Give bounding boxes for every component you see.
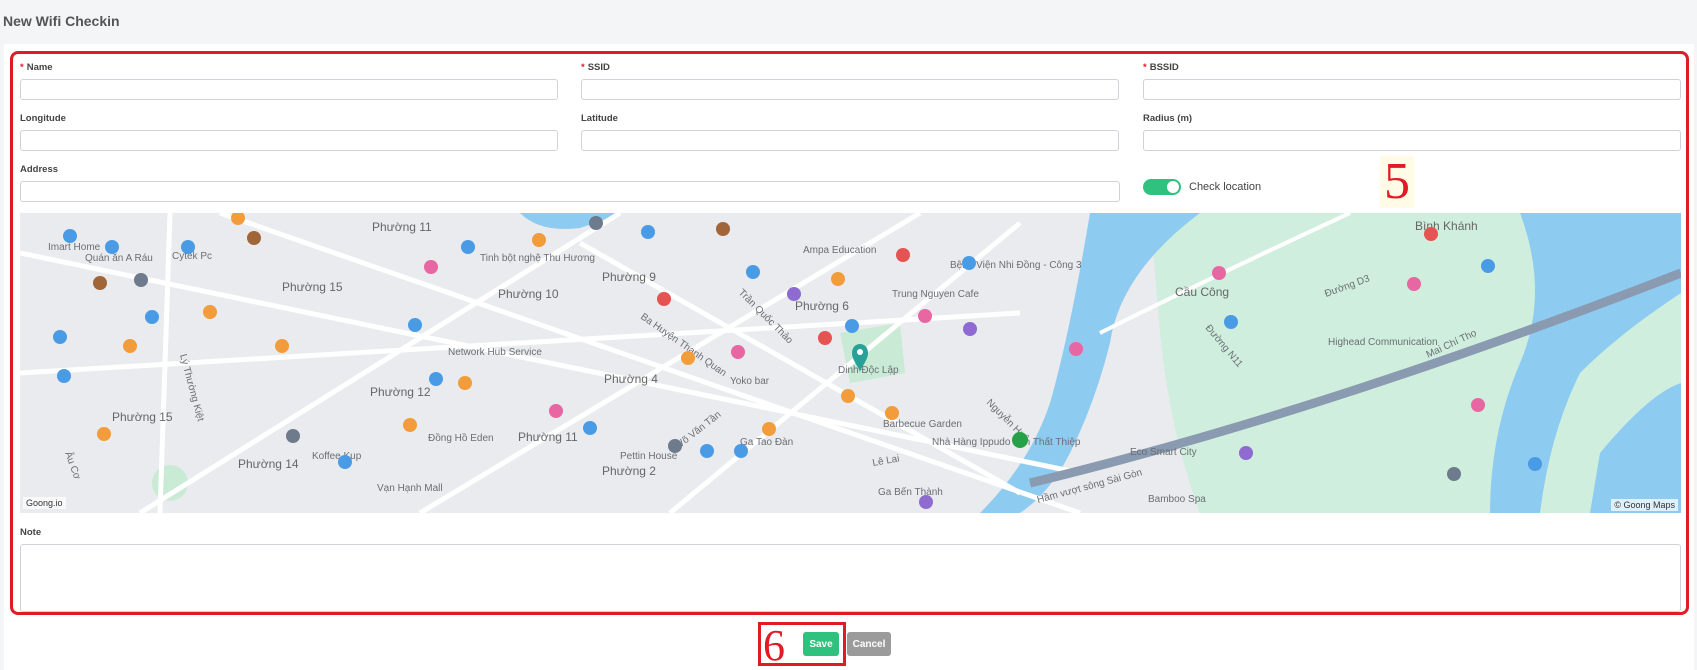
name-input[interactable]: [20, 79, 558, 100]
map-area-label: Phường 11: [372, 220, 432, 234]
page-title: New Wifi Checkin: [3, 13, 120, 29]
bssid-label-text: BSSID: [1149, 62, 1179, 73]
map-place-label: Imart Home: [48, 242, 101, 253]
bssid-label: * BSSID: [1143, 61, 1681, 75]
map-place-label: Network Hub Service: [448, 347, 542, 358]
annotation-5: 5: [1380, 156, 1414, 208]
address-input[interactable]: [20, 181, 1120, 202]
ssid-field: * SSID: [581, 61, 1119, 100]
map-place-label: Quán ăn A Ráu: [85, 253, 153, 264]
map-area-label: Phường 9: [602, 270, 656, 284]
map-place-label: Eco Smart City: [1130, 447, 1197, 458]
check-location-toggle-group: Check location: [1143, 179, 1261, 195]
longitude-label: Longitude: [20, 113, 66, 124]
bssid-field: * BSSID: [1143, 61, 1681, 100]
map-place-label: Highead Communication: [1328, 337, 1438, 348]
name-label: * Name: [20, 61, 558, 75]
map-place-label: Tinh bột nghệ Thu Hương: [480, 253, 595, 264]
map-place-label: Ampa Education: [803, 245, 876, 256]
save-button[interactable]: Save: [803, 632, 839, 656]
map-area-label: Phường 14: [238, 457, 299, 471]
map-place-label: Đồng Hồ Eden: [428, 432, 494, 444]
latitude-field: Latitude: [581, 112, 1119, 151]
map-area-label: Bình Khánh: [1415, 219, 1478, 233]
map-place-label: Barbecue Garden: [883, 419, 962, 430]
ssid-label: * SSID: [581, 61, 1119, 75]
map-area-label: Phường 4: [604, 372, 658, 386]
map-area-label: Phường 15: [282, 280, 343, 294]
center-marker-label: Dinh Độc Lập: [838, 365, 899, 376]
annotation-6: 6: [763, 621, 785, 670]
map-place-label: Pettin House: [620, 451, 678, 462]
map-place-label: Trung Nguyen Cafe: [892, 289, 979, 300]
location-map[interactable]: Dinh Độc Lập Phường 11 Phường 15 Phường …: [20, 213, 1681, 513]
map-attribution-goong-io[interactable]: Goong.io: [23, 497, 66, 509]
note-field: Note: [20, 526, 1681, 617]
required-mark: *: [20, 62, 24, 73]
map-attribution-goong-maps[interactable]: © Goong Maps: [1611, 499, 1678, 511]
ssid-label-text: SSID: [587, 62, 610, 73]
map-place-label: Koffee Kup: [312, 451, 362, 462]
map-area-label: Phường 2: [602, 464, 656, 478]
longitude-input[interactable]: [20, 130, 558, 151]
latitude-label: Latitude: [581, 113, 618, 124]
address-label: Address: [20, 164, 59, 175]
note-label: Note: [20, 527, 42, 538]
address-field: Address: [20, 163, 1120, 202]
cancel-button[interactable]: Cancel: [847, 632, 891, 656]
map-area-label: Phường 6: [795, 299, 849, 313]
latitude-input[interactable]: [581, 130, 1119, 151]
required-mark: *: [581, 62, 585, 73]
map-area-label: Phường 15: [112, 410, 173, 424]
toggle-knob: [1167, 181, 1179, 193]
map-place-label: Bamboo Spa: [1148, 494, 1206, 505]
map-place-label: Yoko bar: [730, 376, 770, 387]
bssid-input[interactable]: [1143, 79, 1681, 100]
map-place-label: Nhà Hàng Ippudo Tôn Thất Thiệp: [932, 436, 1081, 448]
name-field: * Name: [20, 61, 558, 100]
map-area-label: Cầu Công: [1175, 285, 1229, 299]
map-area-label: Phường 10: [498, 287, 559, 301]
radius-input[interactable]: [1143, 130, 1681, 151]
longitude-field: Longitude: [20, 112, 558, 151]
map-place-label: Ga Bến Thành: [878, 486, 943, 498]
radius-field: Radius (m): [1143, 112, 1681, 151]
check-location-toggle[interactable]: [1143, 179, 1181, 195]
ssid-input[interactable]: [581, 79, 1119, 100]
name-label-text: Name: [26, 62, 53, 73]
map-canvas[interactable]: Dinh Độc Lập Phường 11 Phường 15 Phường …: [20, 213, 1681, 513]
map-place-label: Ga Tao Đàn: [740, 437, 793, 448]
map-area-label: Phường 11: [518, 430, 578, 444]
required-mark: *: [1143, 62, 1147, 73]
map-place-label: Vạn Hạnh Mall: [377, 483, 443, 494]
map-area-label: Phường 12: [370, 385, 431, 399]
radius-label: Radius (m): [1143, 113, 1193, 124]
check-location-label: Check location: [1189, 181, 1262, 193]
note-textarea[interactable]: [20, 544, 1681, 612]
